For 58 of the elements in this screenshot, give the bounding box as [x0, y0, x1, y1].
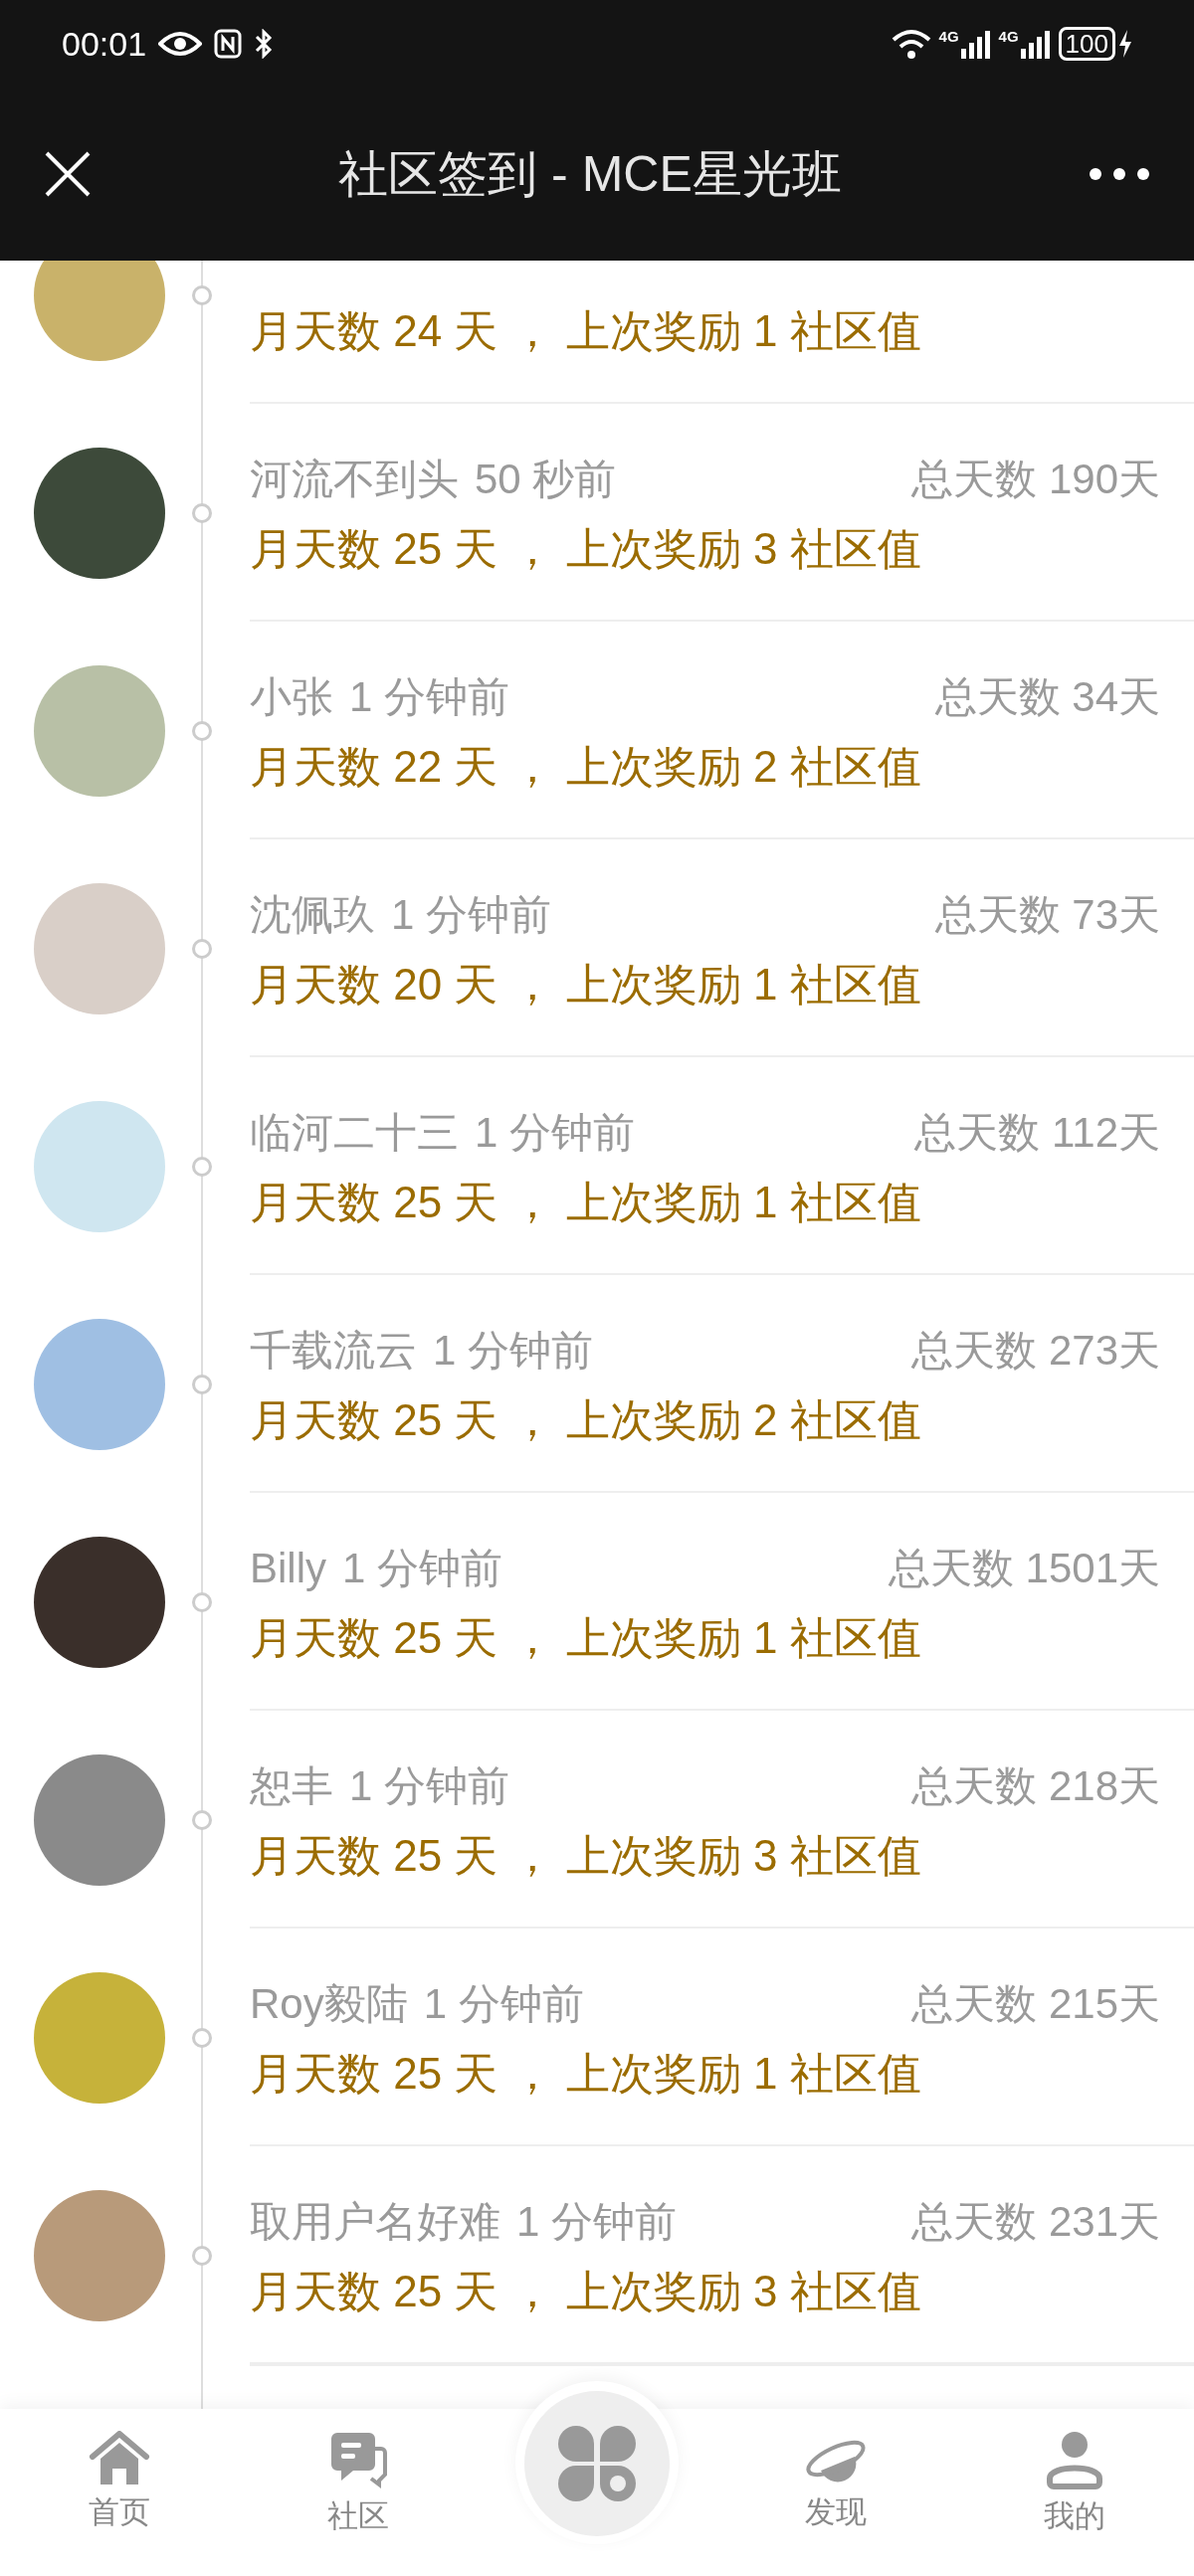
checkin-detail: 月天数 25 天 ， 上次奖励 1 社区值	[250, 1177, 922, 1227]
page-title: 社区签到 - MCE星光班	[338, 144, 842, 204]
clock: 00:01	[62, 23, 147, 65]
checkin-detail: 月天数 25 天 ， 上次奖励 2 社区值	[250, 1394, 922, 1445]
checkin-time: 50 秒前	[475, 454, 617, 504]
total-days: 总天数 218天	[911, 1760, 1160, 1811]
network-type: 4G	[938, 29, 959, 44]
total-days: 总天数 73天	[934, 889, 1160, 940]
user-name[interactable]: Billy	[250, 1543, 326, 1593]
checkin-detail: 月天数 24 天 ， 上次奖励 1 社区值	[250, 305, 922, 356]
checkin-time: 1 分钟前	[423, 1978, 584, 2029]
checkin-detail: 月天数 25 天 ， 上次奖励 1 社区值	[250, 2048, 922, 2099]
person-icon	[1046, 2431, 1103, 2490]
checkin-time: 1 分钟前	[475, 1107, 636, 1158]
user-name[interactable]: 临河二十三	[250, 1107, 459, 1158]
home-icon	[89, 2431, 150, 2486]
charging-icon	[1118, 29, 1132, 59]
battery-level: 100	[1058, 27, 1115, 61]
checkin-detail: 月天数 20 天 ， 上次奖励 1 社区值	[250, 959, 922, 1010]
total-days: 总天数 273天	[911, 1325, 1160, 1376]
checkin-time: 1 分钟前	[349, 671, 510, 722]
checkin-time: 1 分钟前	[349, 1760, 510, 1811]
total-days: 总天数 190天	[911, 454, 1160, 504]
checkin-time: 1 分钟前	[433, 1325, 594, 1376]
total-days: 总天数 34天	[934, 671, 1160, 722]
user-name[interactable]: 小张	[250, 671, 333, 722]
checkin-detail: 月天数 25 天 ， 上次奖励 3 社区值	[250, 1830, 922, 1881]
bluetooth-icon	[254, 29, 275, 59]
more-icon[interactable]	[1089, 167, 1150, 181]
network-type: 4G	[998, 29, 1019, 44]
signal-icon	[960, 29, 991, 59]
total-days: 总天数 215天	[911, 1978, 1160, 2029]
checkin-detail: 月天数 25 天 ， 上次奖励 1 社区值	[250, 1612, 922, 1663]
total-days: 总天数 1501天	[888, 1543, 1160, 1593]
tab-item[interactable]: 我的	[955, 2409, 1194, 2576]
tab-item[interactable]: 首页	[0, 2409, 239, 2576]
checkin-detail: 月天数 25 天 ， 上次奖励 3 社区值	[250, 2266, 922, 2316]
user-name[interactable]: 千载流云	[250, 1325, 417, 1376]
user-name[interactable]: 恕丰	[250, 1760, 333, 1811]
four-leaf-icon	[558, 2426, 636, 2501]
checkin-detail: 月天数 25 天 ， 上次奖励 3 社区值	[250, 523, 922, 574]
user-name[interactable]: 取用户名好难	[250, 2196, 500, 2247]
checkin-time: 1 分钟前	[342, 1543, 503, 1593]
total-days: 总天数 112天	[914, 1107, 1160, 1158]
checkin-detail: 月天数 22 天 ， 上次奖励 2 社区值	[250, 741, 922, 792]
wifi-icon	[891, 28, 931, 60]
tab-item[interactable]: 发现	[716, 2409, 955, 2576]
checkin-time: 1 分钟前	[391, 889, 552, 940]
user-name[interactable]: 沈佩玖	[250, 889, 375, 940]
signal-icon	[1020, 29, 1051, 59]
close-icon[interactable]	[44, 150, 92, 198]
tab-item[interactable]: 社区	[239, 2409, 478, 2576]
user-name[interactable]: Roy毅陆	[250, 1978, 408, 2029]
user-name[interactable]: 河流不到头	[250, 454, 459, 504]
checkin-time: 1 分钟前	[516, 2196, 678, 2247]
eye-icon	[158, 30, 203, 58]
nfc-icon	[214, 29, 243, 59]
total-days: 总天数 231天	[911, 2196, 1160, 2247]
